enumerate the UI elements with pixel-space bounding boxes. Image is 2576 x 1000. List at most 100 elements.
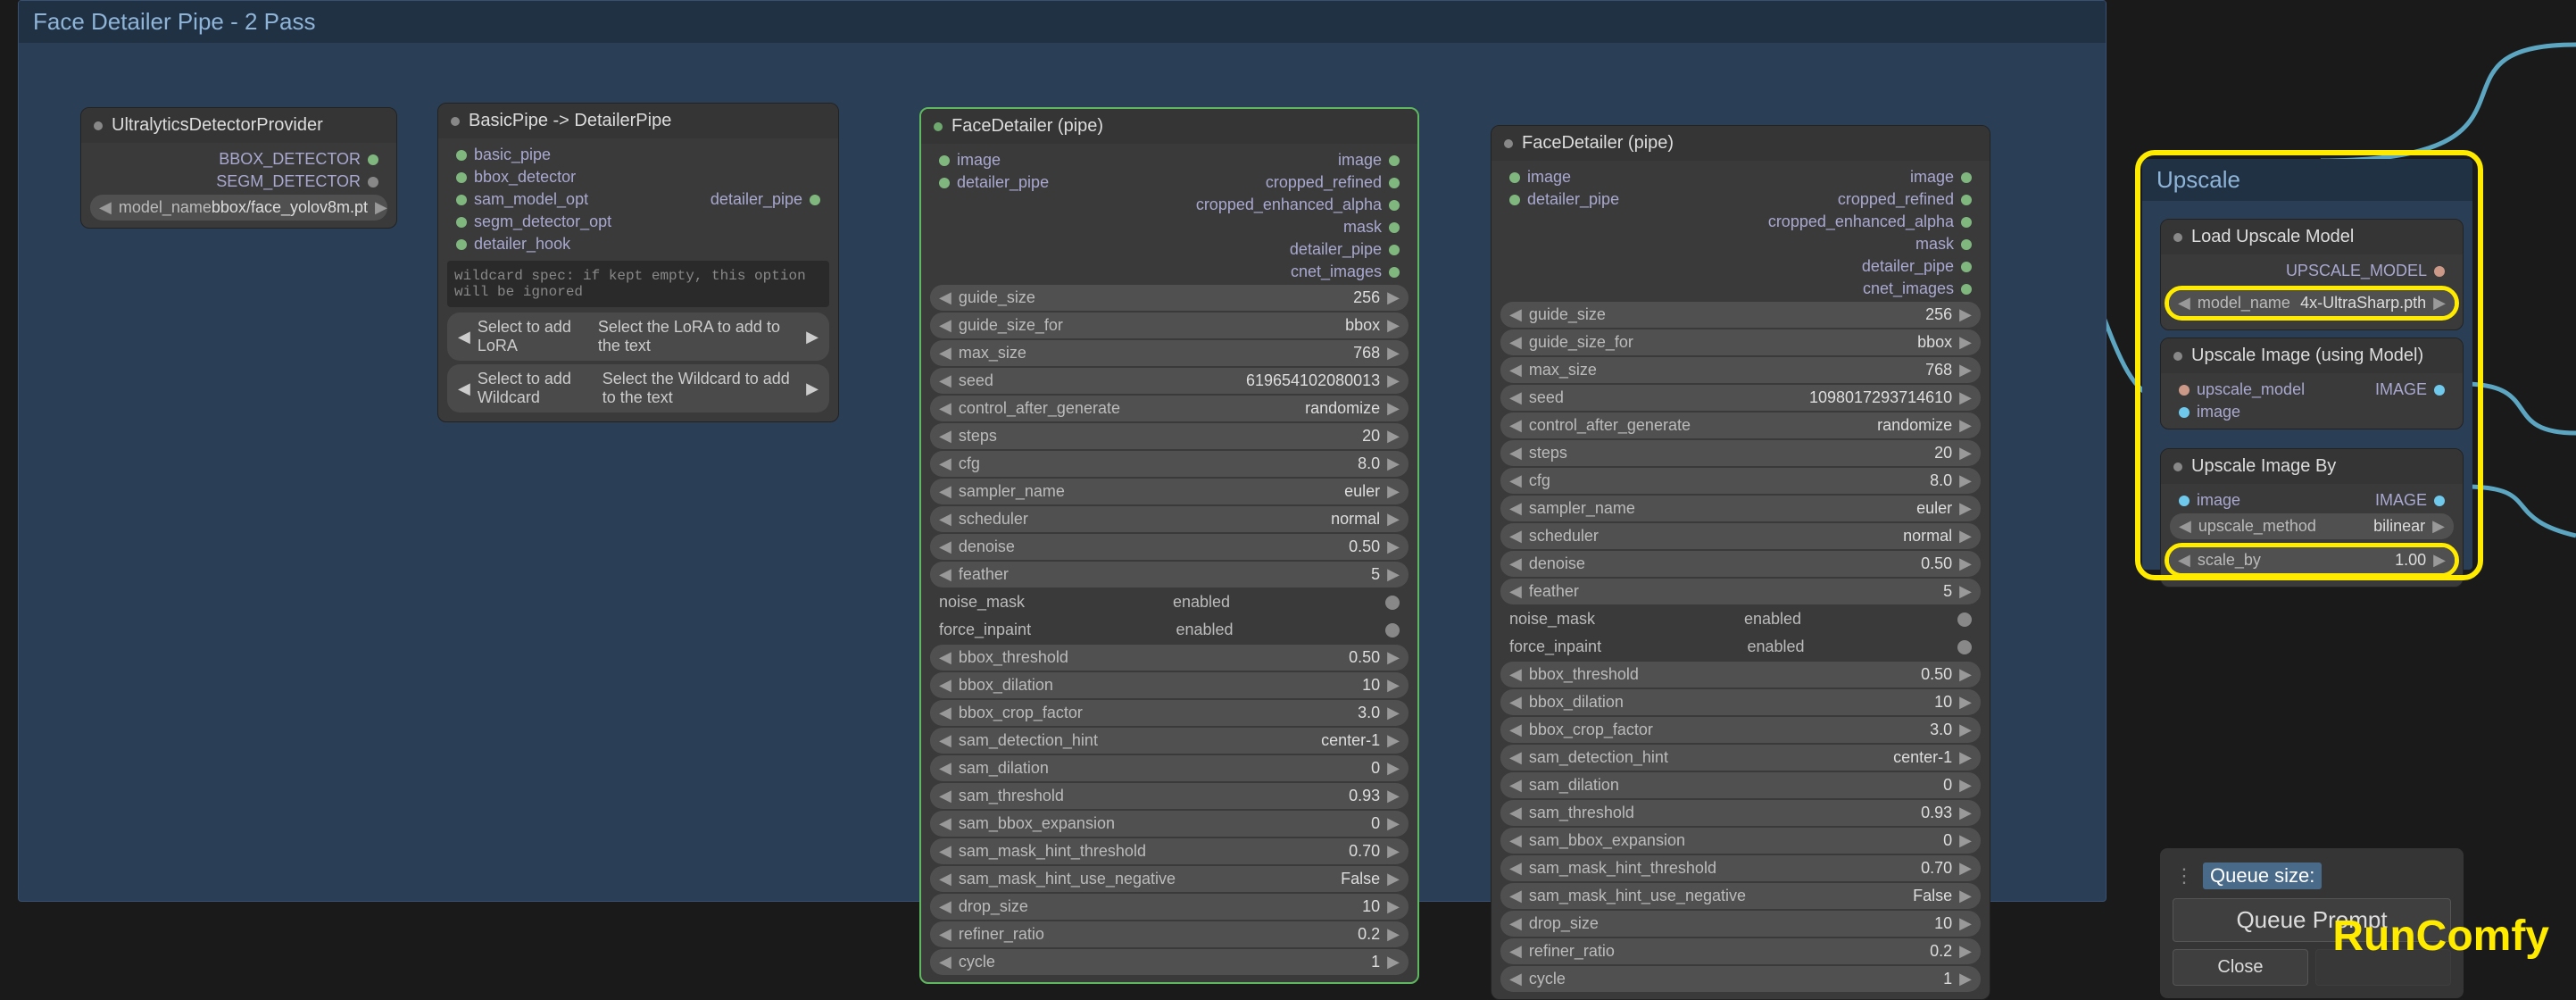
- param-sam_dilation[interactable]: ◀sam_dilation0▶: [1500, 772, 1981, 798]
- output-port[interactable]: cropped_enhanced_alpha: [1741, 211, 1990, 233]
- node-ultralytics-detector[interactable]: UltralyticsDetectorProvider BBOX_DETECTO…: [80, 107, 397, 229]
- param-sam_mask_hint_threshold[interactable]: ◀sam_mask_hint_threshold0.70▶: [1500, 855, 1981, 881]
- output-port[interactable]: cropped_enhanced_alpha: [1169, 194, 1417, 216]
- chevron-left-icon[interactable]: ◀: [939, 759, 951, 778]
- chevron-left-icon[interactable]: ◀: [939, 427, 951, 446]
- chevron-left-icon[interactable]: ◀: [1509, 914, 1522, 933]
- chevron-left-icon[interactable]: ◀: [1509, 582, 1522, 601]
- chevron-right-icon[interactable]: ▶: [1959, 471, 1972, 490]
- param-drop_size[interactable]: ◀drop_size10▶: [930, 894, 1408, 920]
- chevron-right-icon[interactable]: ▶: [1387, 399, 1400, 418]
- param-sam_threshold[interactable]: ◀sam_threshold0.93▶: [1500, 800, 1981, 826]
- param-bbox_dilation[interactable]: ◀bbox_dilation10▶: [930, 672, 1408, 698]
- chevron-right-icon[interactable]: ▶: [375, 198, 387, 217]
- param-bbox_crop_factor[interactable]: ◀bbox_crop_factor3.0▶: [1500, 717, 1981, 743]
- chevron-right-icon[interactable]: ▶: [1387, 454, 1400, 473]
- input-port[interactable]: image: [1492, 166, 1741, 188]
- chevron-left-icon[interactable]: ◀: [939, 565, 951, 584]
- param-bbox_dilation[interactable]: ◀bbox_dilation10▶: [1500, 689, 1981, 715]
- chevron-right-icon[interactable]: ▶: [1387, 759, 1400, 778]
- node-face-detailer-2[interactable]: FaceDetailer (pipe) imagedetailer_pipe i…: [1491, 125, 1990, 1000]
- input-port[interactable]: image: [921, 149, 1169, 171]
- param-sam_detection_hint[interactable]: ◀sam_detection_hintcenter-1▶: [930, 728, 1408, 754]
- input-port[interactable]: bbox_detector: [438, 166, 700, 188]
- chevron-left-icon[interactable]: ◀: [99, 198, 112, 217]
- toggle-noise_mask[interactable]: noise_maskenabled: [1500, 606, 1981, 632]
- chevron-left-icon[interactable]: ◀: [939, 731, 951, 750]
- chevron-left-icon[interactable]: ◀: [939, 482, 951, 501]
- chevron-right-icon[interactable]: ▶: [1387, 925, 1400, 944]
- output-port[interactable]: image: [1169, 149, 1417, 171]
- chevron-right-icon[interactable]: ▶: [1387, 814, 1400, 833]
- param-guide_size[interactable]: ◀guide_size256▶: [1500, 302, 1981, 328]
- chevron-left-icon[interactable]: ◀: [1509, 693, 1522, 712]
- param-guide_size_for[interactable]: ◀guide_size_forbbox▶: [930, 312, 1408, 338]
- node-basic-to-detailer[interactable]: BasicPipe -> DetailerPipe basic_pipebbox…: [437, 103, 839, 422]
- chevron-right-icon[interactable]: ▶: [1959, 693, 1972, 712]
- param-scheduler[interactable]: ◀schedulernormal▶: [930, 506, 1408, 532]
- chevron-right-icon[interactable]: ▶: [1387, 704, 1400, 722]
- chevron-right-icon[interactable]: ▶: [1387, 870, 1400, 888]
- chevron-left-icon[interactable]: ◀: [1509, 942, 1522, 961]
- chevron-left-icon[interactable]: ◀: [939, 538, 951, 556]
- chevron-left-icon[interactable]: ◀: [1509, 333, 1522, 352]
- param-steps[interactable]: ◀steps20▶: [1500, 440, 1981, 466]
- chevron-left-icon[interactable]: ◀: [1509, 776, 1522, 795]
- output-port[interactable]: mask: [1741, 233, 1990, 255]
- node-face-detailer-1[interactable]: FaceDetailer (pipe) imagedetailer_pipe i…: [919, 107, 1419, 984]
- chevron-left-icon[interactable]: ◀: [1509, 804, 1522, 822]
- chevron-left-icon[interactable]: ◀: [1509, 361, 1522, 379]
- chevron-right-icon[interactable]: ▶: [1959, 914, 1972, 933]
- param-bbox_threshold[interactable]: ◀bbox_threshold0.50▶: [1500, 662, 1981, 688]
- output-port[interactable]: cropped_refined: [1169, 171, 1417, 194]
- input-port[interactable]: detailer_pipe: [1492, 188, 1741, 211]
- param-cfg[interactable]: ◀cfg8.0▶: [1500, 468, 1981, 494]
- output-port[interactable]: cnet_images: [1741, 278, 1990, 300]
- param-control_after_generate[interactable]: ◀control_after_generaterandomize▶: [1500, 412, 1981, 438]
- param-bbox_threshold[interactable]: ◀bbox_threshold0.50▶: [930, 645, 1408, 671]
- chevron-left-icon[interactable]: ◀: [1509, 527, 1522, 546]
- chevron-right-icon[interactable]: ▶: [1387, 648, 1400, 667]
- chevron-left-icon[interactable]: ◀: [939, 814, 951, 833]
- chevron-right-icon[interactable]: ▶: [1387, 482, 1400, 501]
- chevron-right-icon[interactable]: ▶: [1387, 316, 1400, 335]
- param-denoise[interactable]: ◀denoise0.50▶: [1500, 551, 1981, 577]
- param-sampler_name[interactable]: ◀sampler_nameeuler▶: [1500, 496, 1981, 521]
- node-upscale-image-model[interactable]: Upscale Image (using Model) upscale_mode…: [2160, 338, 2464, 429]
- chevron-left-icon[interactable]: ◀: [1509, 887, 1522, 905]
- param-bbox_crop_factor[interactable]: ◀bbox_crop_factor3.0▶: [930, 700, 1408, 726]
- chevron-left-icon[interactable]: ◀: [1509, 554, 1522, 573]
- param-model-name[interactable]: ◀ model_name bbox/face_yolov8m.pt ▶: [90, 195, 387, 221]
- chevron-right-icon[interactable]: ▶: [1387, 787, 1400, 805]
- chevron-right-icon[interactable]: ▶: [1959, 388, 1972, 407]
- param-denoise[interactable]: ◀denoise0.50▶: [930, 534, 1408, 560]
- chevron-right-icon[interactable]: ▶: [1959, 665, 1972, 684]
- param-sam_bbox_expansion[interactable]: ◀sam_bbox_expansion0▶: [930, 811, 1408, 837]
- chevron-right-icon[interactable]: ▶: [1959, 859, 1972, 878]
- output-port[interactable]: mask: [1169, 216, 1417, 238]
- chevron-left-icon[interactable]: ◀: [939, 953, 951, 971]
- param-refiner_ratio[interactable]: ◀refiner_ratio0.2▶: [1500, 938, 1981, 964]
- chevron-left-icon[interactable]: ◀: [939, 925, 951, 944]
- param-cfg[interactable]: ◀cfg8.0▶: [930, 451, 1408, 477]
- param-cycle[interactable]: ◀cycle1▶: [1500, 966, 1981, 992]
- param-feather[interactable]: ◀feather5▶: [1500, 579, 1981, 604]
- toggle-circle-icon[interactable]: [1385, 596, 1400, 610]
- toggle-circle-icon[interactable]: [1957, 612, 1972, 627]
- param-guide_size_for[interactable]: ◀guide_size_forbbox▶: [1500, 329, 1981, 355]
- input-port[interactable]: detailer_hook: [438, 233, 700, 255]
- param-seed[interactable]: ◀seed619654102080013▶: [930, 368, 1408, 394]
- node-load-upscale-model[interactable]: Load Upscale Model UPSCALE_MODEL ◀model_…: [2160, 219, 2464, 330]
- chevron-left-icon[interactable]: ◀: [939, 371, 951, 390]
- chevron-right-icon[interactable]: ▶: [1959, 831, 1972, 850]
- input-port[interactable]: segm_detector_opt: [438, 211, 700, 233]
- toggle-force_inpaint[interactable]: force_inpaintenabled: [930, 617, 1408, 643]
- param-scheduler[interactable]: ◀schedulernormal▶: [1500, 523, 1981, 549]
- param-max_size[interactable]: ◀max_size768▶: [930, 340, 1408, 366]
- input-port[interactable]: detailer_pipe: [921, 171, 1169, 194]
- chevron-left-icon[interactable]: ◀: [1509, 471, 1522, 490]
- toggle-noise_mask[interactable]: noise_maskenabled: [930, 589, 1408, 615]
- toggle-circle-icon[interactable]: [1957, 640, 1972, 654]
- chevron-right-icon[interactable]: ▶: [1387, 510, 1400, 529]
- chevron-right-icon[interactable]: ▶: [1959, 554, 1972, 573]
